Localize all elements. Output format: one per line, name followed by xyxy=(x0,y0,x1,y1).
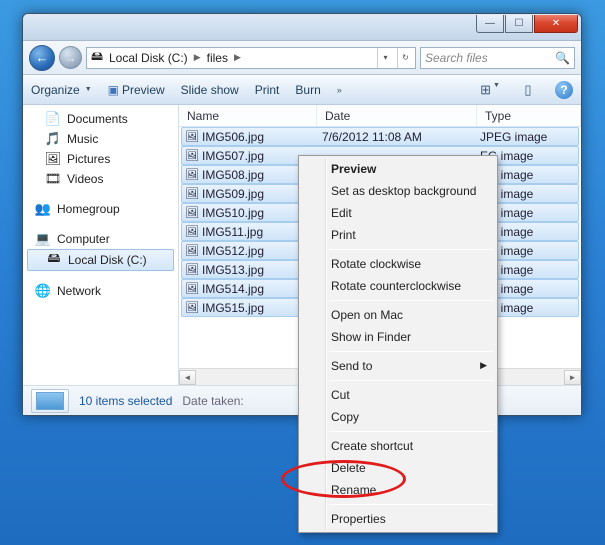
file-row[interactable]: 🖼IMG506.jpg7/6/2012 11:08 AMJPEG image xyxy=(181,127,579,146)
scroll-left-button[interactable]: ◄ xyxy=(179,370,196,385)
breadcrumb-drive[interactable]: Local Disk (C:) xyxy=(109,51,188,65)
breadcrumb-dropdown[interactable]: ▾ xyxy=(377,48,393,68)
image-file-icon: 🖼 xyxy=(182,263,202,276)
image-file-icon: 🖼 xyxy=(182,168,202,181)
context-menu: Preview Set as desktop background Edit P… xyxy=(298,155,498,533)
col-type[interactable]: Type xyxy=(477,105,581,126)
drive-icon: 🖴 xyxy=(89,50,105,66)
status-meta: Date taken: xyxy=(182,394,243,408)
organize-button[interactable]: Organize▼ xyxy=(31,83,92,97)
ctx-copy[interactable]: Copy xyxy=(301,406,495,428)
computer-icon: 💻 xyxy=(35,231,51,247)
search-input[interactable]: Search files 🔍 xyxy=(420,47,575,69)
image-file-icon: 🖼 xyxy=(182,301,202,314)
image-file-icon: 🖼 xyxy=(182,187,202,200)
navbar: ← → 🖴 Local Disk (C:) ▶ files ▶ ▾ ↻ Sear… xyxy=(23,41,581,75)
sidebar-item-homegroup[interactable]: 👥Homegroup xyxy=(23,199,178,219)
sidebar-item-music[interactable]: 🎵Music xyxy=(23,129,178,149)
image-file-icon: 🖼 xyxy=(182,225,202,238)
ctx-edit[interactable]: Edit xyxy=(301,202,495,224)
chevron-right-icon: ▶ xyxy=(234,52,241,63)
forward-button[interactable]: → xyxy=(59,46,82,69)
back-button[interactable]: ← xyxy=(29,45,55,71)
titlebar: — ☐ ✕ xyxy=(23,14,581,41)
ctx-show-in-finder[interactable]: Show in Finder xyxy=(301,326,495,348)
image-file-icon: 🖼 xyxy=(182,282,202,295)
ctx-send-to[interactable]: Send to▶ xyxy=(301,355,495,377)
chevron-right-icon: ▶ xyxy=(194,52,201,63)
breadcrumb-folder[interactable]: files xyxy=(207,51,228,65)
status-thumbnail xyxy=(31,389,69,413)
ctx-open-on-mac[interactable]: Open on Mac xyxy=(301,304,495,326)
documents-icon: 📄 xyxy=(45,111,61,127)
file-type: JPEG image xyxy=(474,130,578,144)
file-name: IMG506.jpg xyxy=(202,130,316,144)
sidebar-item-network[interactable]: 🌐Network xyxy=(23,281,178,301)
image-file-icon: 🖼 xyxy=(182,244,202,257)
image-file-icon: 🖼 xyxy=(182,130,202,143)
homegroup-icon: 👥 xyxy=(35,201,51,217)
search-icon: 🔍 xyxy=(555,51,570,65)
drive-icon: 🖴 xyxy=(46,252,62,268)
ctx-set-background[interactable]: Set as desktop background xyxy=(301,180,495,202)
ctx-cut[interactable]: Cut xyxy=(301,384,495,406)
close-button[interactable]: ✕ xyxy=(534,15,578,33)
col-date[interactable]: Date xyxy=(317,105,477,126)
sidebar: 📄Documents 🎵Music 🖼Pictures 🎞Videos 👥Hom… xyxy=(23,105,179,385)
music-icon: 🎵 xyxy=(45,131,61,147)
ctx-preview[interactable]: Preview xyxy=(301,158,495,180)
burn-button[interactable]: Burn xyxy=(295,83,320,97)
file-date: 7/6/2012 11:08 AM xyxy=(316,130,474,144)
ctx-create-shortcut[interactable]: Create shortcut xyxy=(301,435,495,457)
sidebar-item-videos[interactable]: 🎞Videos xyxy=(23,169,178,189)
preview-pane-button[interactable]: ▯ xyxy=(517,82,539,98)
image-file-icon: 🖼 xyxy=(182,206,202,219)
column-header[interactable]: Name Date Type xyxy=(179,105,581,127)
sidebar-item-computer[interactable]: 💻Computer xyxy=(23,229,178,249)
videos-icon: 🎞 xyxy=(45,171,61,187)
view-button[interactable]: ⊞▼ xyxy=(479,82,501,98)
sidebar-item-documents[interactable]: 📄Documents xyxy=(23,109,178,129)
breadcrumb[interactable]: 🖴 Local Disk (C:) ▶ files ▶ ▾ ↻ xyxy=(86,47,416,69)
refresh-button[interactable]: ↻ xyxy=(397,48,413,68)
col-name[interactable]: Name xyxy=(179,105,317,126)
submenu-arrow-icon: ▶ xyxy=(480,360,487,371)
ctx-properties[interactable]: Properties xyxy=(301,508,495,530)
preview-button[interactable]: ▣Preview xyxy=(108,83,165,97)
help-button[interactable]: ? xyxy=(555,81,573,99)
ctx-delete[interactable]: Delete xyxy=(301,457,495,479)
ctx-rotate-cw[interactable]: Rotate clockwise xyxy=(301,253,495,275)
pictures-icon: 🖼 xyxy=(45,151,61,167)
sidebar-item-localdisk[interactable]: 🖴Local Disk (C:) xyxy=(27,249,174,271)
status-selection: 10 items selected xyxy=(79,394,172,408)
ctx-print[interactable]: Print xyxy=(301,224,495,246)
maximize-button[interactable]: ☐ xyxy=(505,15,533,33)
search-placeholder: Search files xyxy=(425,51,488,65)
ctx-rename[interactable]: Rename xyxy=(301,479,495,501)
scroll-right-button[interactable]: ► xyxy=(564,370,581,385)
slideshow-button[interactable]: Slide show xyxy=(181,83,239,97)
image-file-icon: 🖼 xyxy=(182,149,202,162)
sidebar-item-pictures[interactable]: 🖼Pictures xyxy=(23,149,178,169)
ctx-rotate-ccw[interactable]: Rotate counterclockwise xyxy=(301,275,495,297)
network-icon: 🌐 xyxy=(35,283,51,299)
toolbar-overflow[interactable]: » xyxy=(337,85,342,95)
toolbar: Organize▼ ▣Preview Slide show Print Burn… xyxy=(23,75,581,105)
minimize-button[interactable]: — xyxy=(476,15,504,33)
print-button[interactable]: Print xyxy=(255,83,280,97)
